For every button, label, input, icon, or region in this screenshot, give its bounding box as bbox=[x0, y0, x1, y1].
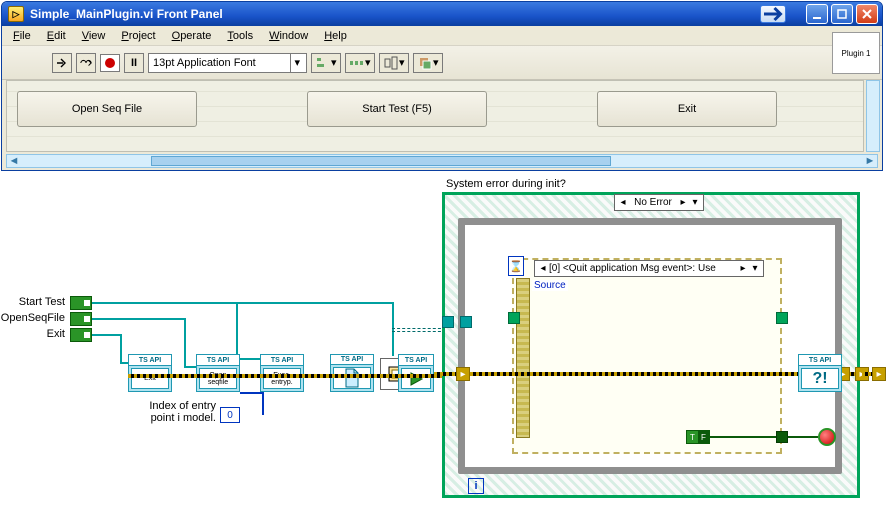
chevron-left-icon[interactable]: ◂ bbox=[537, 263, 549, 274]
vertical-scrollbar[interactable] bbox=[866, 80, 880, 152]
scrollbar-thumb[interactable] bbox=[151, 156, 611, 166]
file-icon bbox=[333, 367, 371, 389]
dropdown-icon[interactable]: ▾ bbox=[689, 197, 701, 208]
menu-tools[interactable]: Tools bbox=[220, 28, 260, 44]
plugin-icon[interactable]: Plugin 1 bbox=[832, 32, 880, 74]
tsapi-exit-body: Exit bbox=[131, 368, 169, 389]
labview-window: ▷ Simple_MainPlugin.vi Front Panel File … bbox=[1, 1, 883, 171]
menu-window[interactable]: Window bbox=[262, 28, 315, 44]
start-test-terminal[interactable] bbox=[70, 296, 92, 310]
tsapi-exec-body: Exec. entryp. bbox=[263, 368, 301, 389]
block-diagram: Start Test OpenSeqFile Exit TS API Exit … bbox=[0, 178, 886, 528]
font-selector[interactable]: 13pt Application Font ▾ bbox=[148, 53, 307, 73]
menu-file[interactable]: File bbox=[6, 28, 38, 44]
event-data-node[interactable] bbox=[516, 278, 530, 438]
run-arrow-icon bbox=[401, 368, 431, 389]
dropdown-icon: ▾ bbox=[290, 54, 304, 72]
menu-project[interactable]: Project bbox=[114, 28, 162, 44]
window-title: Simple_MainPlugin.vi Front Panel bbox=[30, 7, 760, 21]
event-selector[interactable]: ◂ [0] <Quit application Msg event>: Use … bbox=[534, 260, 764, 277]
wire-bool bbox=[710, 436, 818, 438]
wire-blue bbox=[262, 392, 264, 415]
event-timeout-icon[interactable]: ⌛ bbox=[508, 256, 524, 276]
event-tunnel-green bbox=[508, 312, 520, 324]
case-tunnel-teal-left bbox=[442, 316, 454, 328]
exit-button[interactable]: Exit bbox=[597, 91, 777, 127]
font-name: 13pt Application Font bbox=[153, 57, 256, 69]
toolbar-arrow-button[interactable] bbox=[760, 5, 786, 23]
false-half: F bbox=[698, 431, 709, 443]
chevron-right-icon[interactable]: ▸ bbox=[677, 197, 689, 208]
case-selector-value: No Error bbox=[629, 197, 677, 208]
distribute-menu[interactable]: ▾ bbox=[345, 53, 375, 73]
pause-button[interactable]: II bbox=[124, 53, 144, 73]
tsapi-node-4[interactable]: TS API bbox=[330, 354, 374, 392]
run-button[interactable] bbox=[52, 53, 72, 73]
minimize-button[interactable] bbox=[806, 4, 828, 24]
event-selector-value: [0] <Quit application Msg event>: Use bbox=[549, 263, 737, 274]
reorder-menu[interactable]: ▾ bbox=[413, 53, 443, 73]
menu-bar: File Edit View Project Operate Tools Win… bbox=[2, 26, 882, 46]
open-seq-file-label: OpenSeqFile bbox=[0, 312, 65, 324]
source-field-label: Source bbox=[532, 280, 568, 291]
menu-edit[interactable]: Edit bbox=[40, 28, 73, 44]
horizontal-scrollbar[interactable]: ◄ ► bbox=[6, 154, 878, 168]
run-continuous-button[interactable] bbox=[76, 53, 96, 73]
tsapi-run-node[interactable]: TS API bbox=[398, 354, 434, 392]
tsapi-exec-entryp-node[interactable]: TS API Exec. entryp. bbox=[260, 354, 304, 392]
abort-dot-icon bbox=[105, 58, 115, 68]
menu-view[interactable]: View bbox=[75, 28, 113, 44]
menu-operate[interactable]: Operate bbox=[165, 28, 219, 44]
tsapi-error-node[interactable]: TS API ?! bbox=[798, 354, 842, 392]
front-panel: Open Seq File Start Test (F5) Exit bbox=[6, 80, 864, 152]
tsapi-header: TS API bbox=[261, 355, 303, 366]
chevron-left-icon[interactable]: ◂ bbox=[617, 197, 629, 208]
start-test-label: Start Test bbox=[5, 296, 65, 308]
start-test-button[interactable]: Start Test (F5) bbox=[307, 91, 487, 127]
loop-iteration-terminal[interactable]: i bbox=[468, 478, 484, 494]
dropdown-icon[interactable]: ▾ bbox=[749, 263, 761, 274]
error-qmark-icon: ?! bbox=[801, 368, 839, 389]
menu-help[interactable]: Help bbox=[317, 28, 354, 44]
tsapi-header: TS API bbox=[331, 355, 373, 365]
loop-stop-terminal[interactable] bbox=[818, 428, 836, 446]
resize-menu[interactable]: ▾ bbox=[379, 53, 409, 73]
case-selector[interactable]: ◂ No Error ▸ ▾ bbox=[614, 194, 704, 211]
true-constant[interactable]: TF bbox=[686, 430, 710, 444]
tsapi-open-seqfile-node[interactable]: TS API Open seqfile bbox=[196, 354, 240, 392]
index-label: Index of entry point i model. bbox=[130, 400, 216, 424]
tsapi-header: TS API bbox=[399, 355, 433, 366]
abort-button[interactable] bbox=[100, 54, 120, 72]
loop-tunnel-teal-left bbox=[460, 316, 472, 328]
chevron-right-icon[interactable]: ▸ bbox=[737, 263, 749, 274]
close-button[interactable] bbox=[856, 4, 878, 24]
exit-label: Exit bbox=[5, 328, 65, 340]
loop-tunnel-left: ▸ bbox=[456, 367, 470, 381]
tsapi-exit-node[interactable]: TS API Exit bbox=[128, 354, 172, 392]
index-constant[interactable]: 0 bbox=[220, 407, 240, 423]
toolbar: II 13pt Application Font ▾ ▾ ▾ ▾ ▾ ? bbox=[2, 46, 882, 80]
true-half: T bbox=[687, 431, 698, 443]
scroll-right-icon[interactable]: ► bbox=[863, 155, 877, 167]
case-title-label: System error during init? bbox=[446, 178, 566, 190]
tsapi-header: TS API bbox=[799, 355, 841, 366]
exit-terminal[interactable] bbox=[70, 328, 92, 342]
wire-blue bbox=[240, 392, 264, 394]
open-seq-file-button[interactable]: Open Seq File bbox=[17, 91, 197, 127]
app-icon: ▷ bbox=[8, 6, 24, 22]
tsapi-open-body: Open seqfile bbox=[199, 368, 237, 389]
maximize-button[interactable] bbox=[831, 4, 853, 24]
align-menu[interactable]: ▾ bbox=[311, 53, 341, 73]
open-seq-file-terminal[interactable] bbox=[70, 312, 92, 326]
event-tunnel-bool bbox=[776, 431, 788, 443]
tsapi-header: TS API bbox=[197, 355, 239, 366]
tsapi-header: TS API bbox=[129, 355, 171, 366]
scroll-left-icon[interactable]: ◄ bbox=[7, 155, 21, 167]
title-bar: ▷ Simple_MainPlugin.vi Front Panel bbox=[2, 2, 882, 26]
edge-tunnel-right: ▸ bbox=[872, 367, 886, 381]
event-tunnel-green-r bbox=[776, 312, 788, 324]
